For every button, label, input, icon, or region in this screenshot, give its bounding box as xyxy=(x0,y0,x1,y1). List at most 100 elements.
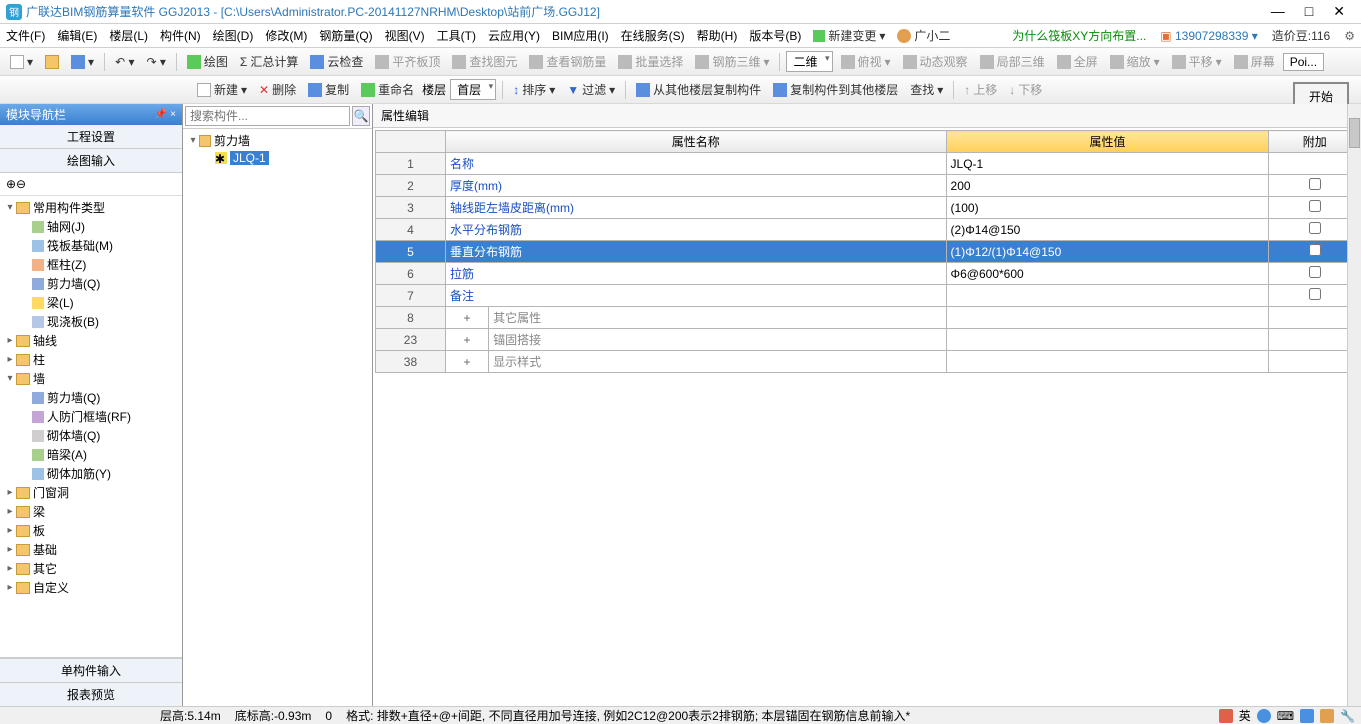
tray-icon-6[interactable]: 🔧 xyxy=(1340,709,1355,723)
tree-axisgrid[interactable]: 轴网(J) xyxy=(4,217,178,236)
prop-row[interactable]: 23+锚固搭接 xyxy=(376,329,1361,351)
find-graph-button[interactable]: 查找图元 xyxy=(448,51,521,72)
local-3d-button[interactable]: 局部三维 xyxy=(976,51,1049,72)
menu-file[interactable]: 文件(F) xyxy=(6,27,45,44)
close-button[interactable]: ✕ xyxy=(1333,3,1345,20)
settings-icon[interactable]: ⚙ xyxy=(1344,29,1355,43)
vertical-scrollbar[interactable] xyxy=(1347,104,1361,706)
fullscreen-button[interactable]: 全屏 xyxy=(1053,51,1102,72)
tree-wall-anliang[interactable]: 暗梁(A) xyxy=(4,445,178,464)
move-up-button[interactable]: ↑ 上移 xyxy=(960,79,1001,100)
search-button[interactable]: 🔍 xyxy=(352,106,370,126)
prop-row[interactable]: 2厚度(mm)200 xyxy=(376,175,1361,197)
gx-user[interactable]: 广小二 xyxy=(897,27,950,44)
tree-wall-masonry[interactable]: 砌体墙(Q) xyxy=(4,426,178,445)
expand-icon[interactable]: ⊕⊖ xyxy=(6,177,26,191)
copy-button[interactable]: 复制 xyxy=(304,79,353,100)
nav-report-preview[interactable]: 报表预览 xyxy=(0,682,182,706)
minimize-button[interactable]: — xyxy=(1271,3,1285,20)
tree-foundation[interactable]: ▸基础 xyxy=(4,540,178,559)
extra-checkbox[interactable] xyxy=(1309,244,1321,256)
rename-button[interactable]: 重命名 xyxy=(357,79,418,100)
pin-icon[interactable]: 📌 × xyxy=(155,109,176,120)
delete-button[interactable]: ✕ 删除 xyxy=(255,79,300,100)
mid-node-jlq1[interactable]: ✱JLQ-1 xyxy=(187,150,368,166)
menu-cloud[interactable]: 云应用(Y) xyxy=(488,27,540,44)
cloud-check-button[interactable]: 云检查 xyxy=(306,51,367,72)
tray-icon-3[interactable]: ⌨ xyxy=(1277,709,1294,723)
nav-draw-input[interactable]: 绘图输入 xyxy=(0,149,182,173)
tree-custom[interactable]: ▸自定义 xyxy=(4,578,178,597)
promo-link[interactable]: 为什么筏板XY方向布置... xyxy=(1012,27,1146,44)
tree-wall-shear[interactable]: 剪力墙(Q) xyxy=(4,388,178,407)
prop-row[interactable]: 3轴线距左墙皮距离(mm)(100) xyxy=(376,197,1361,219)
tray-icon-2[interactable] xyxy=(1257,709,1271,723)
move-down-button[interactable]: ↓ 下移 xyxy=(1005,79,1046,100)
ime-label[interactable]: 英 xyxy=(1239,707,1251,724)
tree-wall[interactable]: ▾墙 xyxy=(4,369,178,388)
sort-button[interactable]: ↕ 排序 ▾ xyxy=(509,79,559,100)
maximize-button[interactable]: □ xyxy=(1305,3,1313,20)
screen-button[interactable]: 屏幕 xyxy=(1230,51,1279,72)
zoom-button[interactable]: 缩放 ▾ xyxy=(1106,51,1164,72)
tree-framecol[interactable]: 框柱(Z) xyxy=(4,255,178,274)
tree-other[interactable]: ▸其它 xyxy=(4,559,178,578)
menu-online[interactable]: 在线服务(S) xyxy=(621,27,685,44)
mid-root[interactable]: ▾剪力墙 xyxy=(187,131,368,150)
tray-icon-1[interactable] xyxy=(1219,709,1233,723)
menu-draw[interactable]: 绘图(D) xyxy=(213,27,254,44)
tree-wall-reinforce[interactable]: 砌体加筋(Y) xyxy=(4,464,178,483)
prop-row[interactable]: 38+显示样式 xyxy=(376,351,1361,373)
prop-row[interactable]: 4水平分布钢筋(2)Φ14@150 xyxy=(376,219,1361,241)
new-change-button[interactable]: 新建变更 ▾ xyxy=(813,27,885,44)
menu-help[interactable]: 帮助(H) xyxy=(697,27,738,44)
batch-select-button[interactable]: 批量选择 xyxy=(614,51,687,72)
prop-row[interactable]: 5垂直分布钢筋(1)Φ12/(1)Φ14@150 xyxy=(376,241,1361,263)
prop-row[interactable]: 7备注 xyxy=(376,285,1361,307)
menu-view[interactable]: 视图(V) xyxy=(385,27,425,44)
redo-button[interactable]: ↷ ▾ xyxy=(142,53,169,71)
dynamic-view-button[interactable]: 动态观察 xyxy=(899,51,972,72)
tree-wall-rf[interactable]: 人防门框墙(RF) xyxy=(4,407,178,426)
sum-calc-button[interactable]: Σ 汇总计算 xyxy=(236,51,302,72)
prop-row[interactable]: 1名称JLQ-1 xyxy=(376,153,1361,175)
view-mode-combo[interactable]: 二维 xyxy=(786,51,832,72)
new-file-button[interactable]: ▾ xyxy=(6,53,37,71)
prop-row[interactable]: 8+其它属性 xyxy=(376,307,1361,329)
new-component-button[interactable]: 新建 ▾ xyxy=(193,79,251,100)
phone-link[interactable]: ▣ 13907298339 ▾ xyxy=(1160,29,1257,43)
menu-rebar[interactable]: 钢筋量(Q) xyxy=(319,27,372,44)
menu-floor[interactable]: 楼层(L) xyxy=(109,27,148,44)
undo-button[interactable]: ↶ ▾ xyxy=(111,53,138,71)
menu-tools[interactable]: 工具(T) xyxy=(437,27,476,44)
rebar-3d-button[interactable]: 钢筋三维 ▾ xyxy=(691,51,773,72)
flat-slab-button[interactable]: 平齐板顶 xyxy=(371,51,444,72)
tree-raft[interactable]: 筏板基础(M) xyxy=(4,236,178,255)
extra-checkbox[interactable] xyxy=(1309,288,1321,300)
nav-project-settings[interactable]: 工程设置 xyxy=(0,125,182,149)
menu-edit[interactable]: 编辑(E) xyxy=(57,27,97,44)
menu-version[interactable]: 版本号(B) xyxy=(749,27,801,44)
extra-checkbox[interactable] xyxy=(1309,178,1321,190)
bird-view-button[interactable]: 俯视 ▾ xyxy=(837,51,895,72)
view-rebar-button[interactable]: 查看钢筋量 xyxy=(525,51,610,72)
tree-beam[interactable]: 梁(L) xyxy=(4,293,178,312)
tree-slab2[interactable]: ▸板 xyxy=(4,521,178,540)
tree-column[interactable]: ▸柱 xyxy=(4,350,178,369)
tree-beam2[interactable]: ▸梁 xyxy=(4,502,178,521)
extra-checkbox[interactable] xyxy=(1309,222,1321,234)
menu-modify[interactable]: 修改(M) xyxy=(265,27,307,44)
pan-button[interactable]: 平移 ▾ xyxy=(1168,51,1226,72)
menu-bim[interactable]: BIM应用(I) xyxy=(552,27,609,44)
floor-combo[interactable]: 首层 xyxy=(450,79,496,100)
poi-box[interactable]: Poi... xyxy=(1283,53,1324,71)
menu-component[interactable]: 构件(N) xyxy=(160,27,201,44)
prop-row[interactable]: 6拉筋Φ6@600*600 xyxy=(376,263,1361,285)
tree-doorwin[interactable]: ▸门窗洞 xyxy=(4,483,178,502)
tray-icon-4[interactable] xyxy=(1300,709,1314,723)
search-input[interactable] xyxy=(185,106,350,126)
draw-button[interactable]: 绘图 xyxy=(183,51,232,72)
copy-from-floor-button[interactable]: 从其他楼层复制构件 xyxy=(632,79,765,100)
extra-checkbox[interactable] xyxy=(1309,200,1321,212)
tree-shearwall[interactable]: 剪力墙(Q) xyxy=(4,274,178,293)
